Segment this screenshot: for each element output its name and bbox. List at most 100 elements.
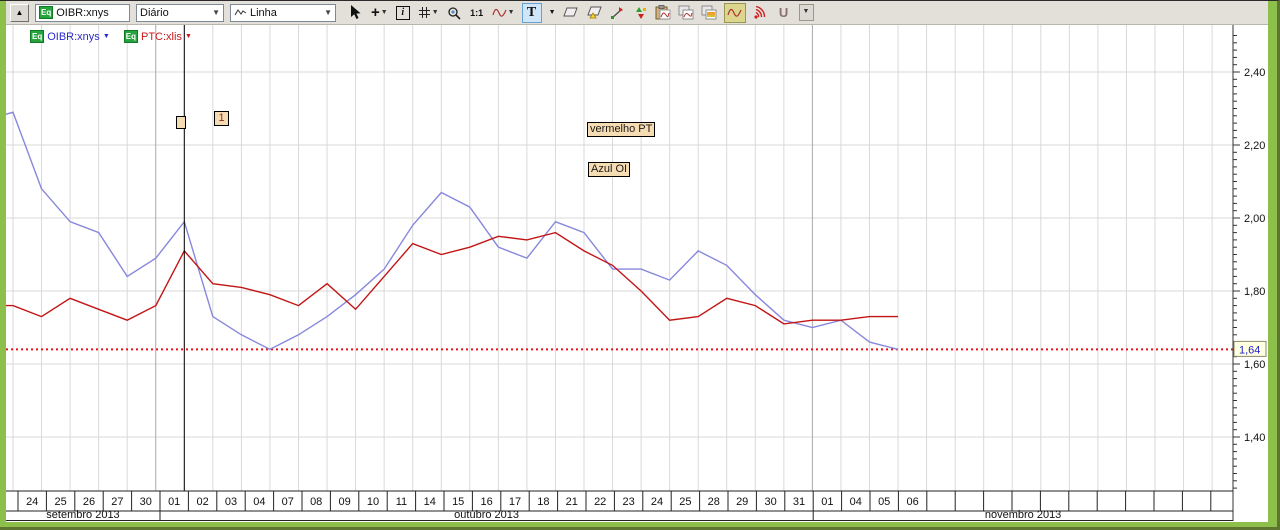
- plus-icon: +: [371, 4, 380, 21]
- grid-icon: [418, 6, 431, 19]
- arrows-icon: [633, 6, 647, 20]
- day-label: 08: [310, 496, 322, 508]
- day-label: 21: [566, 496, 578, 508]
- y-axis-label: 2,20: [1244, 140, 1265, 152]
- chevron-down-icon: ▼: [103, 33, 110, 40]
- text-tool-button[interactable]: T: [522, 3, 542, 23]
- compare-arrows-tool-button[interactable]: [632, 4, 648, 22]
- day-label: 28: [708, 496, 720, 508]
- legend-label: OIBR:xnys: [47, 31, 100, 43]
- collapse-button[interactable]: ▲: [10, 4, 29, 22]
- eq-badge-icon: Eq: [30, 30, 44, 43]
- y-axis-label: 1,60: [1244, 359, 1265, 371]
- chart-canvas[interactable]: 2,402,202,001,801,601,402425262730010203…: [6, 25, 1268, 521]
- chevron-down-icon: ▼: [212, 8, 220, 17]
- legend-item-oibr[interactable]: Eq OIBR:xnys ▼: [30, 30, 110, 43]
- day-label: 22: [594, 496, 606, 508]
- wave-icon: [492, 7, 507, 18]
- day-label: 07: [282, 496, 294, 508]
- magnifier-icon: [447, 6, 461, 20]
- chart-type-select[interactable]: Linha ▼: [230, 4, 336, 22]
- day-label: 25: [679, 496, 691, 508]
- day-label: 17: [509, 496, 521, 508]
- day-label: 25: [54, 496, 66, 508]
- eq-badge-icon: Eq: [39, 6, 53, 19]
- day-label: 16: [480, 496, 492, 508]
- frames-wave-icon: [678, 5, 694, 20]
- day-label: 15: [452, 496, 464, 508]
- eraser-tool-button[interactable]: [563, 4, 579, 22]
- duplicate-chart-tool-button[interactable]: [678, 4, 694, 22]
- eq-badge-icon: Eq: [124, 30, 138, 43]
- day-label: 03: [225, 496, 237, 508]
- chevron-down-icon: ▼: [324, 8, 332, 17]
- heatmap-chart-tool-button[interactable]: [701, 4, 717, 22]
- symbol-input[interactable]: Eq OIBR:xnys: [35, 4, 130, 22]
- copy-chart-tool-button[interactable]: [655, 4, 671, 22]
- chart-legend: Eq OIBR:xnys ▼ Eq PTC:xlis ▼: [30, 30, 192, 43]
- x-axis[interactable]: 2425262730010203040708091011141516171821…: [6, 491, 1233, 521]
- zoom-tool-button[interactable]: [446, 4, 462, 22]
- wave-highlight-icon: [727, 7, 742, 18]
- info-icon: i: [396, 6, 410, 20]
- grid-tool-button[interactable]: ▼: [418, 4, 439, 22]
- number-annotation[interactable]: 1: [214, 111, 229, 126]
- chevron-down-icon: ▼: [185, 33, 192, 40]
- trend-flag-tool-button[interactable]: [609, 4, 625, 22]
- broadcast-icon: [753, 6, 768, 20]
- month-label: outubro 2013: [454, 509, 519, 521]
- day-label: 30: [140, 496, 152, 508]
- day-label: 05: [878, 496, 890, 508]
- indicator-tool-button[interactable]: ▼: [492, 4, 515, 22]
- day-label: 24: [651, 496, 663, 508]
- day-label: 04: [253, 496, 265, 508]
- magnet-tool-button[interactable]: U: [776, 4, 792, 22]
- month-label: setembro 2013: [46, 509, 119, 521]
- day-label: 02: [196, 496, 208, 508]
- clipboard-chart-icon: [655, 5, 671, 20]
- series-line-PTC:xlis[interactable]: [6, 233, 898, 324]
- toolbar-tools: + ▼ i ▼: [348, 3, 814, 23]
- one-to-one-button[interactable]: 1:1: [469, 4, 485, 22]
- period-value: Diário: [140, 7, 169, 19]
- active-chart-style-button[interactable]: [724, 3, 746, 23]
- toolbar-overflow-button[interactable]: ▼: [799, 4, 814, 21]
- crosshair-tool-button[interactable]: + ▼: [371, 4, 388, 22]
- legend-item-ptc[interactable]: Eq PTC:xlis ▼: [124, 30, 192, 43]
- eraser-warning-icon: [586, 6, 602, 19]
- chart-area: 2,402,202,001,801,601,402425262730010203…: [6, 25, 1268, 521]
- day-label: 30: [764, 496, 776, 508]
- cursor-tool-button[interactable]: [348, 4, 364, 22]
- day-label: 26: [83, 496, 95, 508]
- chart-window: ▲ Eq OIBR:xnys Diário ▼ Linha ▼: [6, 1, 1268, 522]
- period-select[interactable]: Diário ▼: [136, 4, 224, 22]
- flag-icon: [610, 6, 624, 20]
- chevron-down-icon: ▼: [508, 9, 515, 16]
- day-label: 10: [367, 496, 379, 508]
- streaming-tool-button[interactable]: [753, 4, 769, 22]
- chevron-down-icon: ▼: [432, 9, 439, 16]
- info-tool-button[interactable]: i: [395, 4, 411, 22]
- vline-handle-annotation[interactable]: [176, 116, 186, 129]
- y-axis[interactable]: 2,402,202,001,801,601,40: [1233, 36, 1265, 489]
- day-label: 23: [622, 496, 634, 508]
- text-annotation-azul[interactable]: Azul OI: [588, 162, 630, 177]
- last-price-label: 1,64: [1239, 344, 1260, 356]
- day-label: 24: [26, 496, 38, 508]
- day-label: 14: [424, 496, 436, 508]
- day-label: 01: [168, 496, 180, 508]
- day-label: 18: [537, 496, 549, 508]
- y-axis-label: 1,80: [1244, 286, 1265, 298]
- cursor-icon: [350, 5, 362, 20]
- day-label: 04: [850, 496, 862, 508]
- legend-label: PTC:xlis: [141, 31, 182, 43]
- erase-all-tool-button[interactable]: [586, 4, 602, 22]
- day-label: 01: [821, 496, 833, 508]
- y-axis-label: 2,40: [1244, 67, 1265, 79]
- chevron-down-icon: ▼: [549, 9, 556, 16]
- eraser-icon: [563, 7, 578, 18]
- text-annotation-vermelho[interactable]: vermelho PT: [587, 122, 655, 137]
- day-label: 09: [338, 496, 350, 508]
- day-label: 29: [736, 496, 748, 508]
- v-gridlines: [13, 25, 1212, 491]
